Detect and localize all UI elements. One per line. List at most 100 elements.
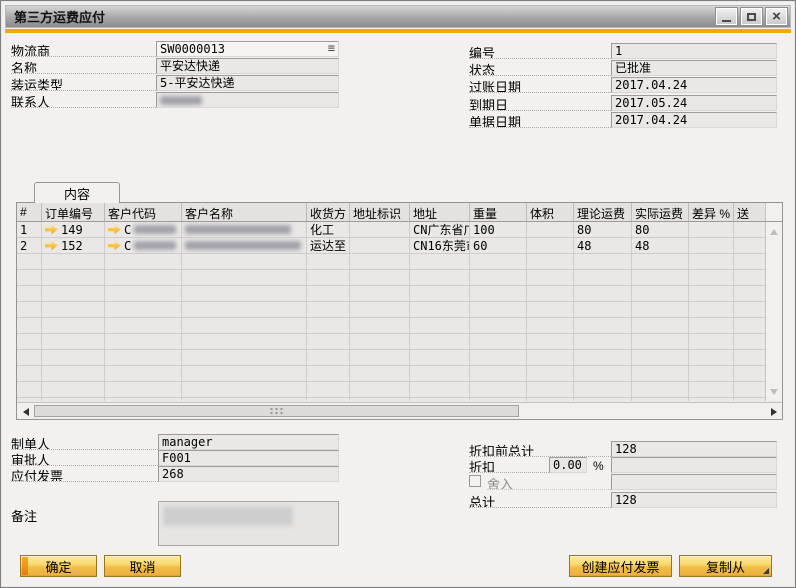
- weight-cell[interactable]: 60: [470, 238, 527, 254]
- vendor-field[interactable]: ≡ SW0000013: [156, 41, 339, 57]
- volume-cell[interactable]: [527, 222, 574, 238]
- titlebar[interactable]: 第三方运费应付 ×: [5, 5, 791, 28]
- link-arrow-icon[interactable]: [108, 225, 121, 235]
- total-label: 总计: [469, 492, 611, 508]
- order-no-cell[interactable]: 149: [42, 222, 105, 238]
- posting-date-field[interactable]: 2017.04.24: [611, 77, 777, 93]
- ok-button[interactable]: 确定: [20, 555, 97, 577]
- redacted-blur: [163, 506, 293, 526]
- approver-field[interactable]: F001: [158, 450, 339, 466]
- empty-table-row: [17, 286, 765, 302]
- name-field[interactable]: 平安达快递: [156, 58, 339, 74]
- status-field[interactable]: 已批准: [611, 60, 777, 76]
- col-header-customer-name[interactable]: 客户名称: [182, 203, 307, 221]
- customer-code-cell[interactable]: C: [105, 222, 182, 238]
- total-field[interactable]: 128: [611, 492, 777, 508]
- col-header-consignee[interactable]: 收货方: [307, 203, 350, 221]
- horizontal-scroll-thumb[interactable]: [34, 405, 519, 417]
- col-header-address[interactable]: 地址: [410, 203, 470, 221]
- scroll-down-button[interactable]: [766, 384, 782, 399]
- customer-code-cell[interactable]: C: [105, 238, 182, 254]
- scroll-right-button[interactable]: [766, 404, 781, 419]
- scroll-left-button[interactable]: [18, 404, 33, 419]
- table-row[interactable]: 2 152 C 运达至 CN16东莞市 60 48 48: [17, 238, 765, 254]
- address-id-cell[interactable]: [350, 222, 410, 238]
- col-header-num[interactable]: #: [17, 203, 42, 221]
- table-body: 1 149 C 化工 CN广东省广 100 80 80: [17, 222, 765, 401]
- consignee-cell[interactable]: 化工: [307, 222, 350, 238]
- col-header-delivery[interactable]: 送: [734, 203, 765, 221]
- consignee-cell[interactable]: 运达至: [307, 238, 350, 254]
- actual-freight-cell[interactable]: 80: [632, 222, 689, 238]
- due-date-field[interactable]: 2017.05.24: [611, 95, 777, 111]
- remarks-textarea[interactable]: [158, 501, 339, 546]
- discount-percent-input[interactable]: 0.00: [549, 457, 587, 473]
- link-arrow-icon[interactable]: [45, 225, 58, 235]
- address-cell[interactable]: CN广东省广: [410, 222, 470, 238]
- ap-invoice-label: 应付发票: [11, 466, 158, 482]
- link-arrow-icon[interactable]: [108, 241, 121, 251]
- maximize-button[interactable]: [741, 8, 762, 25]
- close-icon: ×: [772, 10, 781, 23]
- table-row[interactable]: 1 149 C 化工 CN广东省广 100 80 80: [17, 222, 765, 238]
- col-header-customer-code[interactable]: 客户代码: [105, 203, 182, 221]
- maximize-icon: [747, 13, 756, 21]
- order-no-cell[interactable]: 152: [42, 238, 105, 254]
- minimize-icon: [722, 20, 731, 22]
- contact-field[interactable]: [156, 92, 339, 108]
- customer-name-cell[interactable]: [182, 238, 307, 254]
- actual-freight-cell[interactable]: 48: [632, 238, 689, 254]
- copy-from-button[interactable]: 复制从: [679, 555, 772, 577]
- remarks-label: 备注: [11, 506, 158, 522]
- cancel-button[interactable]: 取消: [104, 555, 181, 577]
- col-header-variance-pct[interactable]: 差异 %: [689, 203, 734, 221]
- delivery-cell[interactable]: [734, 238, 765, 254]
- address-cell[interactable]: CN16东莞市: [410, 238, 470, 254]
- right-arrow-icon: [771, 408, 777, 416]
- redacted-blur: [160, 96, 202, 105]
- created-by-label: 制单人: [11, 434, 158, 450]
- theoretical-freight-cell[interactable]: 48: [574, 238, 632, 254]
- rounding-label: 舍入: [487, 474, 611, 490]
- col-header-volume[interactable]: 体积: [527, 203, 574, 221]
- create-ap-invoice-button[interactable]: 创建应付发票: [569, 555, 672, 577]
- delivery-cell[interactable]: [734, 222, 765, 238]
- empty-table-row: [17, 318, 765, 334]
- theoretical-freight-cell[interactable]: 80: [574, 222, 632, 238]
- link-arrow-icon[interactable]: [45, 241, 58, 251]
- volume-cell[interactable]: [527, 238, 574, 254]
- ap-invoice-field[interactable]: 268: [158, 466, 339, 482]
- address-id-cell[interactable]: [350, 238, 410, 254]
- name-label: 名称: [11, 58, 156, 74]
- weight-cell[interactable]: 100: [470, 222, 527, 238]
- shipping-type-field[interactable]: 5-平安达快递: [156, 75, 339, 91]
- variance-cell[interactable]: [689, 222, 734, 238]
- col-header-actual-freight[interactable]: 实际运费: [632, 203, 689, 221]
- choose-from-list-icon[interactable]: ≡: [328, 42, 335, 55]
- document-date-field[interactable]: 2017.04.24: [611, 112, 777, 128]
- col-header-order-no[interactable]: 订单编号: [42, 203, 105, 221]
- empty-table-row: [17, 350, 765, 366]
- variance-cell[interactable]: [689, 238, 734, 254]
- close-button[interactable]: ×: [766, 8, 787, 25]
- total-before-discount-field[interactable]: 128: [611, 441, 777, 457]
- rounding-checkbox[interactable]: [469, 475, 481, 487]
- customer-name-cell[interactable]: [182, 222, 307, 238]
- col-header-weight[interactable]: 重量: [470, 203, 527, 221]
- created-by-field[interactable]: manager: [158, 434, 339, 450]
- document-date-label: 单据日期: [469, 112, 611, 128]
- rounding-field[interactable]: [611, 474, 777, 490]
- empty-table-row: [17, 254, 765, 270]
- minimize-button[interactable]: [716, 8, 737, 25]
- col-header-address-id[interactable]: 地址标识: [350, 203, 410, 221]
- col-header-theoretical-freight[interactable]: 理论运费: [574, 203, 632, 221]
- vertical-scrollbar[interactable]: [765, 222, 782, 401]
- doc-number-field[interactable]: 1: [611, 43, 777, 59]
- horizontal-scrollbar[interactable]: [17, 402, 782, 419]
- up-arrow-icon: [770, 229, 778, 235]
- tab-contents[interactable]: 内容: [34, 182, 120, 203]
- discount-amount-field[interactable]: [611, 457, 777, 473]
- empty-table-row: [17, 302, 765, 318]
- scroll-up-button[interactable]: [766, 224, 782, 239]
- approver-label: 审批人: [11, 450, 158, 466]
